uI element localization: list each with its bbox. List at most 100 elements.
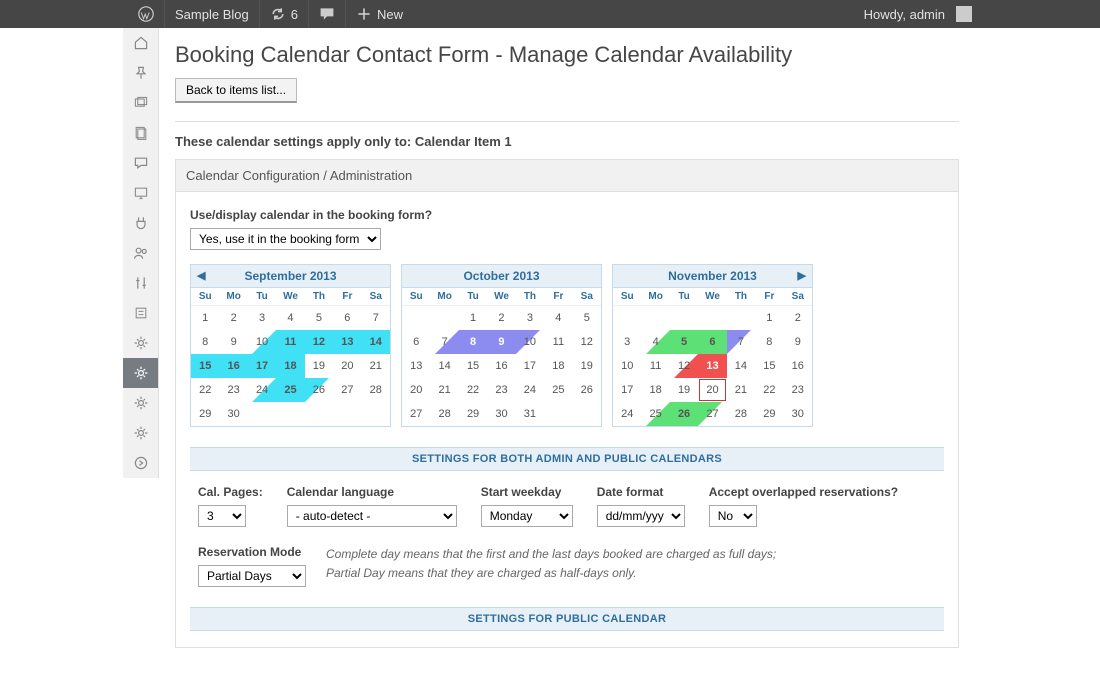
next-month[interactable]: ▶ <box>798 269 806 282</box>
calendar-day[interactable]: 4 <box>544 306 572 330</box>
site-name[interactable]: Sample Blog <box>164 0 259 28</box>
calendar-day[interactable]: 14 <box>430 354 458 378</box>
calendar-day[interactable]: 5 <box>305 306 333 330</box>
calendar-day[interactable]: 30 <box>487 402 515 426</box>
calendar-day[interactable]: 16 <box>784 354 812 378</box>
calendar-day[interactable]: 8 <box>459 330 487 354</box>
calendar-day[interactable]: 28 <box>727 402 755 426</box>
calendar-day[interactable]: 9 <box>784 330 812 354</box>
calendar-day[interactable]: 3 <box>248 306 276 330</box>
calendar-day[interactable]: 10 <box>613 354 641 378</box>
calendar-day[interactable]: 29 <box>191 402 219 426</box>
calendar-day[interactable]: 4 <box>641 330 669 354</box>
use-calendar-select[interactable]: Yes, use it in the booking form <box>190 228 381 250</box>
calendar-day[interactable]: 19 <box>573 354 601 378</box>
calendar-day[interactable]: 25 <box>544 378 572 402</box>
calendar-day[interactable]: 12 <box>573 330 601 354</box>
new-content[interactable]: New <box>345 0 413 28</box>
calendar-day[interactable]: 23 <box>487 378 515 402</box>
sidebar-media[interactable] <box>123 88 158 118</box>
calendar-day[interactable]: 27 <box>698 402 726 426</box>
sidebar-gear4[interactable] <box>123 418 158 448</box>
calendar-day[interactable]: 29 <box>755 402 783 426</box>
sidebar-appearance[interactable] <box>123 178 158 208</box>
calendar-day[interactable]: 15 <box>459 354 487 378</box>
calendar-day[interactable]: 26 <box>670 402 698 426</box>
sidebar-users[interactable] <box>123 238 158 268</box>
calendar-day[interactable]: 10 <box>248 330 276 354</box>
calendar-day[interactable]: 29 <box>459 402 487 426</box>
sidebar-booking-calendar[interactable] <box>123 358 158 388</box>
calendar-day[interactable]: 24 <box>248 378 276 402</box>
calendar-day[interactable]: 5 <box>573 306 601 330</box>
calendar-day[interactable]: 23 <box>784 378 812 402</box>
calendar-day[interactable]: 17 <box>516 354 544 378</box>
calendar-day[interactable]: 25 <box>641 402 669 426</box>
calendar-day[interactable]: 1 <box>459 306 487 330</box>
calendar-day[interactable]: 18 <box>641 378 669 402</box>
calendar-day[interactable]: 16 <box>487 354 515 378</box>
calendar-day[interactable]: 30 <box>784 402 812 426</box>
calendar-day[interactable]: 5 <box>670 330 698 354</box>
calendar-day[interactable]: 26 <box>573 378 601 402</box>
calendar-day[interactable]: 18 <box>276 354 304 378</box>
sidebar-comments[interactable] <box>123 148 158 178</box>
calendar-day[interactable]: 6 <box>698 330 726 354</box>
calendar-day[interactable]: 12 <box>670 354 698 378</box>
calendar-day[interactable]: 15 <box>191 354 219 378</box>
calendar-day[interactable]: 1 <box>191 306 219 330</box>
calendar-day[interactable]: 25 <box>276 378 304 402</box>
calendar-day[interactable]: 22 <box>755 378 783 402</box>
calendar-day[interactable]: 20 <box>333 354 361 378</box>
calendar-day[interactable]: 16 <box>219 354 247 378</box>
calendar-day[interactable]: 8 <box>191 330 219 354</box>
date-format-select[interactable]: dd/mm/yyyy <box>597 505 685 527</box>
calendar-day[interactable]: 22 <box>459 378 487 402</box>
calendar-day[interactable]: 11 <box>641 354 669 378</box>
calendar-day[interactable]: 7 <box>727 330 755 354</box>
calendar-day[interactable]: 22 <box>191 378 219 402</box>
sidebar-settings[interactable] <box>123 298 158 328</box>
start-weekday-select[interactable]: Monday <box>481 505 573 527</box>
sidebar-plugins[interactable] <box>123 208 158 238</box>
calendar-day[interactable]: 13 <box>698 354 726 378</box>
calendar-day[interactable]: 19 <box>305 354 333 378</box>
calendar-day[interactable]: 18 <box>544 354 572 378</box>
sidebar-posts[interactable] <box>123 58 158 88</box>
cal-pages-select[interactable]: 3 <box>198 505 246 527</box>
sidebar-tools[interactable] <box>123 268 158 298</box>
calendar-day[interactable]: 23 <box>219 378 247 402</box>
calendar-day[interactable]: 27 <box>402 402 430 426</box>
updates[interactable]: 6 <box>259 0 308 28</box>
calendar-day[interactable]: 3 <box>613 330 641 354</box>
calendar-day[interactable]: 6 <box>333 306 361 330</box>
overlap-select[interactable]: No <box>709 505 757 527</box>
calendar-day[interactable]: 19 <box>670 378 698 402</box>
calendar-day[interactable]: 30 <box>219 402 247 426</box>
calendar-day[interactable]: 13 <box>402 354 430 378</box>
calendar-day[interactable]: 1 <box>755 306 783 330</box>
comments[interactable] <box>308 0 345 28</box>
calendar-day[interactable]: 20 <box>402 378 430 402</box>
sidebar-dashboard[interactable] <box>123 28 158 58</box>
wp-logo[interactable] <box>128 0 164 28</box>
calendar-day[interactable]: 15 <box>755 354 783 378</box>
calendar-day[interactable]: 28 <box>430 402 458 426</box>
calendar-day[interactable]: 14 <box>362 330 390 354</box>
calendar-day[interactable]: 9 <box>487 330 515 354</box>
calendar-day[interactable]: 11 <box>276 330 304 354</box>
calendar-day[interactable]: 21 <box>362 354 390 378</box>
calendar-day[interactable]: 14 <box>727 354 755 378</box>
calendar-day[interactable]: 21 <box>430 378 458 402</box>
prev-month[interactable]: ◀ <box>197 269 205 282</box>
calendar-day[interactable]: 8 <box>755 330 783 354</box>
calendar-day[interactable]: 2 <box>219 306 247 330</box>
calendar-day[interactable]: 20 <box>698 378 726 402</box>
calendar-day[interactable]: 17 <box>613 378 641 402</box>
calendar-day[interactable]: 2 <box>487 306 515 330</box>
calendar-day[interactable]: 12 <box>305 330 333 354</box>
calendar-day[interactable]: 3 <box>516 306 544 330</box>
reservation-mode-select[interactable]: Partial Days <box>198 565 306 587</box>
calendar-day[interactable]: 10 <box>516 330 544 354</box>
calendar-day[interactable]: 11 <box>544 330 572 354</box>
